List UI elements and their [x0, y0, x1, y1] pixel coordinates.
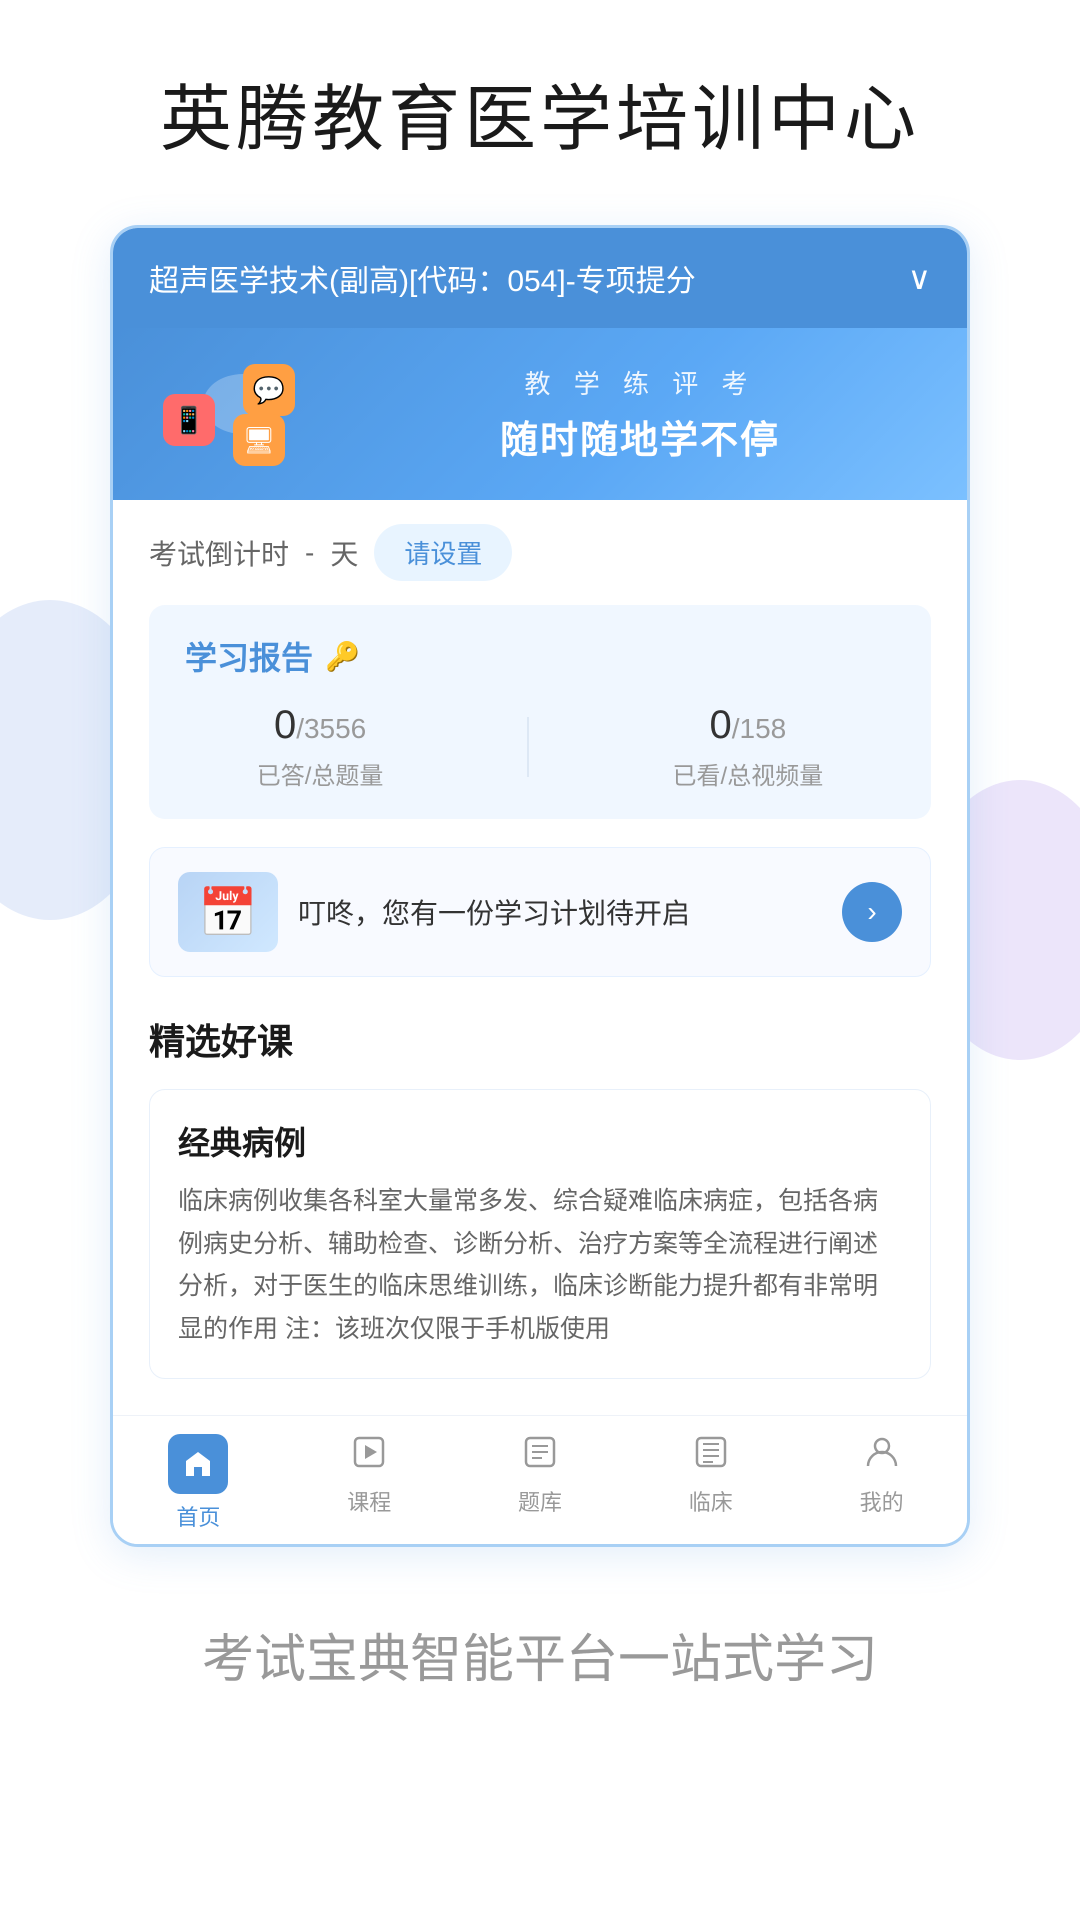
questions-icon	[522, 1434, 558, 1479]
plan-arrow-button[interactable]: ›	[842, 882, 902, 942]
nav-label-home: 首页	[176, 1500, 220, 1532]
clinical-icon	[693, 1434, 729, 1479]
banner-icon-chat: 💬	[243, 364, 295, 416]
nav-item-clinical[interactable]: 临床	[625, 1434, 796, 1532]
nav-item-home[interactable]: 首页	[113, 1434, 284, 1532]
banner-icon-monitor: 🖥	[233, 414, 285, 466]
header-chevron-icon: ∨	[908, 259, 931, 297]
study-report-section: 学习报告 🔑 0/3556 已答/总题量 0/158	[149, 605, 931, 819]
featured-courses-title: 精选好课	[149, 1013, 931, 1065]
plan-calendar-icon	[178, 872, 278, 952]
set-countdown-button[interactable]: 请设置	[374, 524, 512, 581]
app-header-bar[interactable]: 超声医学技术(副高)[代码：054]-专项提分 ∨	[113, 228, 967, 328]
nav-item-questions[interactable]: 题库	[455, 1434, 626, 1532]
answered-stat: 0/3556 已答/总题量	[257, 703, 384, 791]
banner-text: 教 学 练 评 考 随时随地学不停	[353, 364, 927, 464]
course-card[interactable]: 经典病例 临床病例收集各科室大量常多发、综合疑难临床病症，包括各病例病史分析、辅…	[149, 1089, 931, 1379]
nav-label-questions: 题库	[518, 1485, 562, 1517]
banner-subtitle: 教 学 练 评 考	[353, 364, 927, 401]
answered-label: 已答/总题量	[257, 756, 384, 791]
nav-label-clinical: 临床	[689, 1485, 733, 1517]
study-plan-card[interactable]: 叮咚，您有一份学习计划待开启 ›	[149, 847, 931, 977]
course-card-title: 经典病例	[178, 1118, 902, 1164]
nav-label-courses: 课程	[347, 1485, 391, 1517]
stats-row: 0/3556 已答/总题量 0/158 已看/总视频量	[185, 703, 895, 791]
banner-icons-group: 📱 💬 🖥	[153, 364, 353, 464]
watched-label: 已看/总视频量	[673, 756, 824, 791]
course-title-header: 超声医学技术(副高)[代码：054]-专项提分	[149, 256, 908, 300]
page-subtitle: 考试宝典智能平台一站式学习	[202, 1617, 878, 1692]
countdown-label: 考试倒计时	[149, 533, 289, 573]
banner-icon-tablet: 📱	[163, 394, 215, 446]
home-icon	[168, 1434, 228, 1494]
stat-divider	[527, 717, 529, 777]
plan-text: 叮咚，您有一份学习计划待开启	[298, 892, 822, 932]
countdown-separator: -	[305, 537, 314, 569]
app-mockup: 超声医学技术(副高)[代码：054]-专项提分 ∨ 📱 💬 🖥 教 学 练 评 …	[110, 225, 970, 1547]
courses-icon	[351, 1434, 387, 1479]
watched-value: 0/158	[673, 703, 824, 748]
answered-value: 0/3556	[257, 703, 384, 748]
study-report-icon: 🔑	[325, 640, 360, 673]
banner-title: 随时随地学不停	[353, 409, 927, 464]
page-title: 英腾教育医学培训中心	[160, 60, 920, 165]
nav-item-courses[interactable]: 课程	[284, 1434, 455, 1532]
countdown-bar: 考试倒计时 - 天 请设置	[113, 500, 967, 605]
countdown-unit: 天	[330, 533, 358, 573]
watched-stat: 0/158 已看/总视频量	[673, 703, 824, 791]
nav-label-mine: 我的	[860, 1485, 904, 1517]
content-area: 学习报告 🔑 0/3556 已答/总题量 0/158	[113, 605, 967, 1415]
bottom-navigation: 首页 课程	[113, 1415, 967, 1544]
mine-icon	[864, 1434, 900, 1479]
hero-banner: 📱 💬 🖥 教 学 练 评 考 随时随地学不停	[113, 328, 967, 500]
nav-item-mine[interactable]: 我的	[796, 1434, 967, 1532]
course-card-description: 临床病例收集各科室大量常多发、综合疑难临床病症，包括各病例病史分析、辅助检查、诊…	[178, 1180, 902, 1350]
study-report-title: 学习报告 🔑	[185, 633, 895, 679]
